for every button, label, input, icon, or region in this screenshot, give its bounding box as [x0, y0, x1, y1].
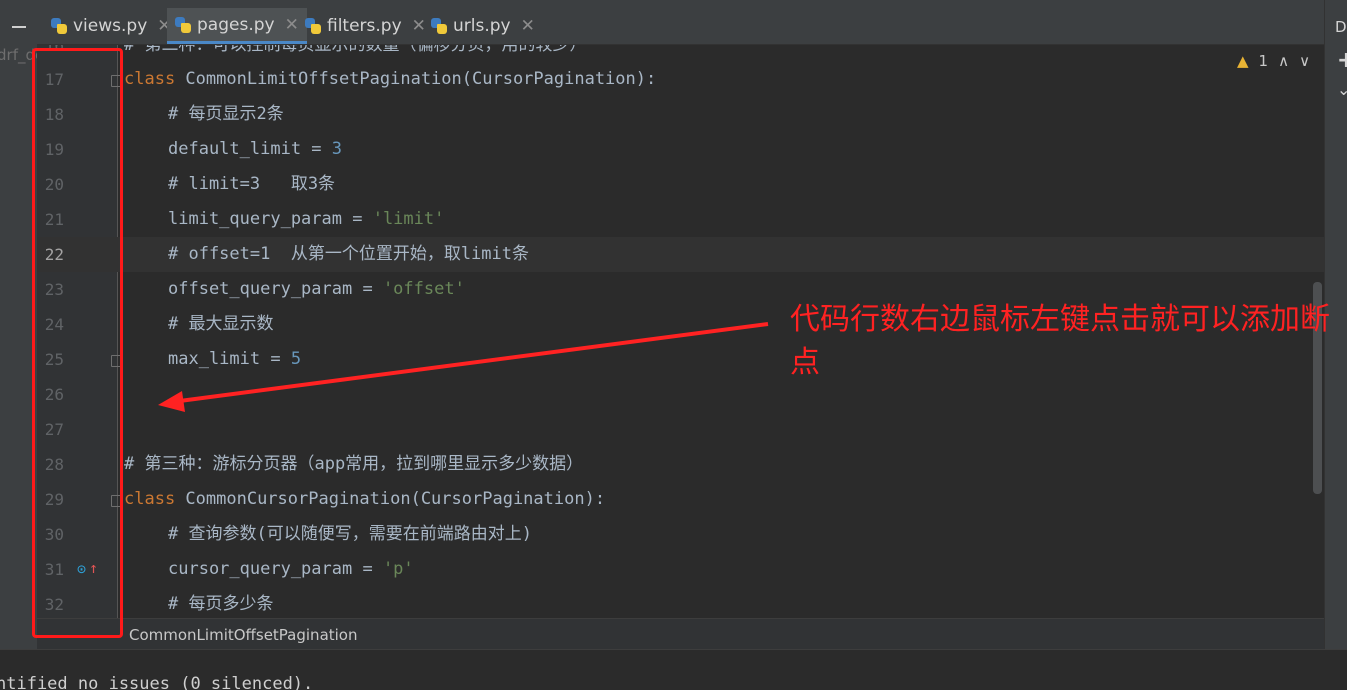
code-line: 32 # 每页多少条 — [37, 587, 1324, 618]
keyword: class — [124, 489, 176, 509]
tab-label: filters.py — [327, 16, 402, 36]
breadcrumb: CommonLimitOffsetPagination — [37, 618, 1324, 650]
attr-name: max_limit = — [168, 349, 291, 369]
database-panel-label[interactable]: Da — [1335, 18, 1347, 36]
keyword: class — [124, 69, 176, 89]
annotation-text: 代码行数右边鼠标左键点击就可以添加断点 — [790, 302, 1330, 380]
run-console: ntified no issues (0 silenced). — [0, 649, 1347, 690]
code-line: 18 # 每页显示2条 — [37, 97, 1324, 132]
number-literal: 5 — [290, 349, 302, 369]
code-line: 20 # limit=3 取3条 — [37, 167, 1324, 202]
class-declaration: CommonCursorPagination(CursorPagination)… — [175, 489, 606, 509]
code-line: 16 # 第二种：可以控制每页显示的数量（偏移分页，用的较少） — [37, 45, 1324, 63]
code-line: 30 # 查询参数(可以随便写，需要在前端路由对上) — [37, 517, 1324, 552]
code-line: 17 class CommonLimitOffsetPagination(Cur… — [37, 62, 1324, 97]
line-code: # 最大显示数 — [168, 314, 274, 334]
line-code: # 第二种：可以控制每页显示的数量（偏移分页，用的较少） — [124, 45, 587, 55]
tab-filters-py[interactable]: filters.py ✕ — [297, 8, 434, 44]
code-line: 27 — [37, 412, 1324, 447]
class-declaration: CommonLimitOffsetPagination(CursorPagina… — [175, 69, 657, 89]
string-literal: 'limit' — [372, 209, 445, 229]
annotation-highlight-box — [32, 48, 123, 638]
editor-tab-bar: views.py ✕ pages.py ✕ filters.py ✕ urls.… — [37, 0, 1324, 45]
warning-count: 1 — [1258, 52, 1269, 70]
warning-icon: ▲ — [1237, 52, 1249, 70]
code-line-current: 22 # offset=1 从第一个位置开始，取limit条 — [37, 237, 1324, 272]
line-code: # 第三种：游标分页器（app常用，拉到哪里显示多少数据） — [124, 454, 584, 474]
chevron-up-icon[interactable]: ∧ — [1278, 52, 1289, 70]
line-code: # offset=1 从第一个位置开始，取limit条 — [168, 244, 529, 264]
attr-name: limit_query_param = — [168, 209, 373, 229]
python-file-icon — [51, 18, 67, 34]
code-line: 28 # 第三种：游标分页器（app常用，拉到哪里显示多少数据） — [37, 447, 1324, 482]
collapse-icon[interactable] — [12, 26, 26, 28]
line-code: # limit=3 取3条 — [168, 174, 336, 194]
line-code: max_limit = 5 — [168, 342, 301, 377]
inspection-widget[interactable]: ▲ 1 ∧ ∨ — [1237, 52, 1310, 70]
python-file-icon — [175, 16, 191, 33]
line-code: cursor_query_param = 'p' — [168, 552, 414, 587]
console-output: ntified no issues (0 silenced). — [0, 674, 314, 690]
code-line: 29 class CommonCursorPagination(CursorPa… — [37, 482, 1324, 517]
close-icon[interactable]: ✕ — [521, 16, 535, 36]
number-literal: 3 — [331, 139, 343, 159]
tab-urls-py[interactable]: urls.py ✕ — [423, 8, 543, 44]
string-literal: 'p' — [382, 559, 414, 579]
attr-name: offset_query_param = — [168, 279, 383, 299]
line-code: default_limit = 3 — [168, 132, 342, 167]
line-code: # 每页显示2条 — [168, 104, 284, 124]
line-code: # 查询参数(可以随便写，需要在前端路由对上) — [168, 524, 532, 544]
tab-pages-py[interactable]: pages.py ✕ — [167, 8, 307, 44]
python-file-icon — [431, 18, 447, 34]
line-code: limit_query_param = 'limit' — [168, 202, 444, 237]
chevron-down-icon[interactable]: ⌄ — [1337, 80, 1347, 99]
line-code: offset_query_param = 'offset' — [168, 272, 465, 307]
attr-name: cursor_query_param = — [168, 559, 383, 579]
code-line: 19 default_limit = 3 — [37, 132, 1324, 167]
code-line: 21 limit_query_param = 'limit' — [37, 202, 1324, 237]
tab-label: views.py — [73, 16, 148, 36]
line-code: # 每页多少条 — [168, 594, 274, 614]
line-code: class CommonCursorPagination(CursorPagin… — [124, 482, 605, 517]
plus-icon[interactable]: + — [1337, 48, 1347, 73]
line-code: class CommonLimitOffsetPagination(Cursor… — [124, 62, 656, 97]
tab-views-py[interactable]: views.py ✕ — [43, 8, 180, 44]
chevron-down-icon[interactable]: ∨ — [1299, 52, 1310, 70]
python-file-icon — [305, 18, 321, 34]
attr-name: default_limit = — [168, 139, 332, 159]
string-literal: 'offset' — [382, 279, 465, 299]
tab-label: pages.py — [197, 14, 275, 35]
tab-label: urls.py — [453, 16, 511, 36]
code-line: 31 ⊙ ↑ cursor_query_param = 'p' — [37, 552, 1324, 587]
breadcrumb-item[interactable]: CommonLimitOffsetPagination — [129, 626, 358, 644]
